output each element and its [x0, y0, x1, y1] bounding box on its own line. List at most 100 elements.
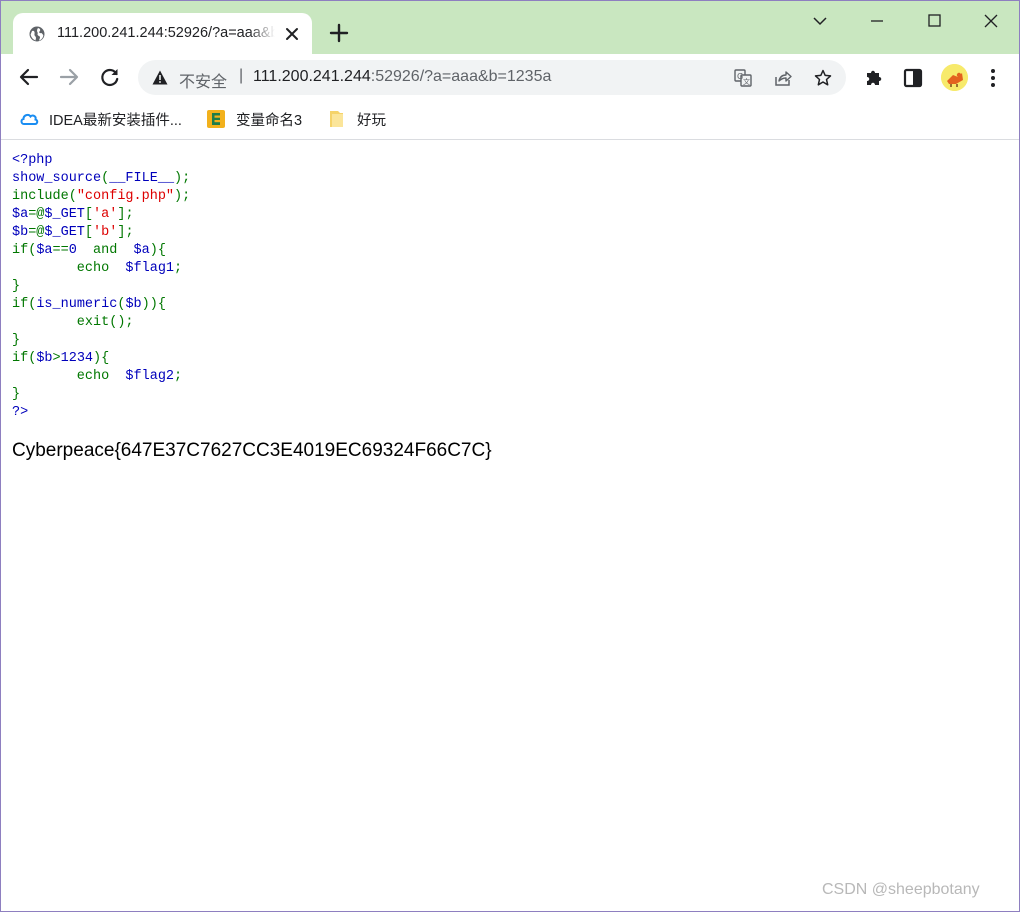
code-token: =@	[28, 225, 45, 240]
code-token: if(	[12, 351, 37, 366]
code-token: $b	[125, 297, 142, 312]
code-token: 'a'	[93, 207, 118, 222]
code-token: if(	[12, 243, 37, 258]
bookmark-idea-plugins[interactable]: IDEA最新安装插件...	[19, 108, 182, 130]
code-token: =@	[28, 207, 45, 222]
flag-output: Cyberpeace{647E37C7627CC3E4019EC69324F66…	[12, 440, 492, 461]
url-text[interactable]: 111.200.241.244:52926/?a=aaa&b=1235a	[253, 68, 551, 86]
code-token: [	[84, 225, 94, 240]
star-icon[interactable]	[814, 69, 832, 87]
code-line: }	[12, 278, 190, 296]
bookmark-label: IDEA最新安装插件...	[49, 112, 182, 129]
code-line: show_source(__FILE__);	[12, 170, 190, 188]
code-token: ;	[174, 261, 183, 276]
code-line: }	[12, 332, 190, 350]
code-token: );	[174, 171, 191, 186]
code-token: $a	[125, 243, 150, 258]
code-token: }	[12, 279, 21, 294]
code-token: ;	[174, 369, 183, 384]
warning-icon[interactable]	[152, 70, 168, 85]
cloud-icon	[20, 113, 39, 125]
code-token: $b	[12, 225, 29, 240]
side-panel-icon[interactable]	[903, 68, 923, 88]
code-token: $a	[36, 243, 53, 258]
tab-title: 111.200.241.244:52926/?a=aaa&b=1235a	[57, 25, 275, 41]
bookmark-folder-fun[interactable]: 好玩	[327, 108, 386, 130]
kebab-menu-icon[interactable]	[985, 67, 1001, 89]
code-line: }	[12, 386, 190, 404]
url-host: 111.200.241.244	[253, 68, 371, 85]
minimize-icon[interactable]	[867, 11, 887, 31]
code-token: is_numeric	[36, 297, 118, 312]
bookmark-label: 变量命名3	[236, 112, 303, 129]
extensions-icon[interactable]	[864, 68, 884, 88]
code-token: $flag2	[125, 369, 175, 384]
code-line: if($b>1234){	[12, 350, 190, 368]
bookmark-label: 好玩	[357, 112, 386, 129]
code-line: include("config.php");	[12, 188, 190, 206]
page-content: <?php show_source(__FILE__); include("conf…	[1, 141, 1019, 911]
translate-icon[interactable]: G 文	[734, 69, 752, 87]
code-token: 0	[68, 243, 85, 258]
code-token: echo	[12, 261, 126, 276]
code-line: $a=@$_GET['a'];	[12, 206, 190, 224]
code-token: $flag1	[125, 261, 175, 276]
code-token: ];	[117, 225, 134, 240]
code-token: include(	[12, 189, 77, 204]
code-line: echo $flag2;	[12, 368, 190, 386]
code-token: 'b'	[93, 225, 118, 240]
code-token: __FILE__	[109, 171, 175, 186]
active-tab[interactable]: 111.200.241.244:52926/?a=aaa&b=1235a	[13, 13, 312, 54]
address-bar[interactable]: 不安全 | 111.200.241.244:52926/?a=aaa&b=123…	[138, 60, 846, 95]
toolbar: 不安全 | 111.200.241.244:52926/?a=aaa&b=123…	[1, 54, 1019, 101]
code-token: [	[84, 207, 94, 222]
code-token: $b	[36, 351, 53, 366]
url-path: :52926/?a=aaa&b=1235a	[370, 68, 552, 85]
browser-window: 111.200.241.244:52926/?a=aaa&b=1235a	[0, 0, 1020, 912]
close-icon[interactable]	[981, 11, 1001, 31]
code-token: $_GET	[44, 225, 85, 240]
code-token: exit	[12, 315, 110, 330]
code-token: ){	[93, 351, 110, 366]
code-token: "config.php"	[76, 189, 175, 204]
code-token: }	[12, 387, 21, 402]
code-token: >	[52, 351, 61, 366]
code-line: echo $flag1;	[12, 260, 190, 278]
profile-avatar[interactable]	[941, 64, 968, 91]
maximize-icon[interactable]	[924, 11, 944, 31]
app-icon	[207, 110, 225, 128]
security-separator: |	[239, 67, 244, 84]
security-label[interactable]: 不安全	[179, 68, 227, 92]
close-icon[interactable]	[283, 25, 301, 43]
code-token: $a	[12, 207, 29, 222]
code-token: if(	[12, 297, 37, 312]
code-line: ?>	[12, 404, 190, 422]
code-token: }	[12, 333, 21, 348]
forward-arrow-icon[interactable]	[58, 66, 80, 88]
code-token: ?>	[12, 405, 29, 420]
plus-icon[interactable]	[328, 22, 350, 44]
profile-icon	[941, 64, 968, 91]
tab-search-icon[interactable]	[810, 11, 830, 31]
reload-icon[interactable]	[99, 66, 121, 88]
bookmark-variable-naming[interactable]: 变量命名3	[206, 108, 302, 130]
code-token: ){	[149, 243, 166, 258]
code-token: )){	[141, 297, 166, 312]
code-line: if(is_numeric($b)){	[12, 296, 190, 314]
code-token: ();	[109, 315, 134, 330]
code-line: <?php	[12, 152, 190, 170]
code-token: and	[84, 243, 126, 258]
code-token: show_source	[12, 171, 102, 186]
share-icon[interactable]	[774, 69, 792, 87]
code-token: ==	[52, 243, 69, 258]
back-arrow-icon[interactable]	[18, 66, 40, 88]
svg-text:文: 文	[743, 77, 750, 86]
code-line: exit();	[12, 314, 190, 332]
globe-icon	[29, 26, 45, 42]
code-token: ];	[117, 207, 134, 222]
code-token: $_GET	[44, 207, 85, 222]
folder-icon	[330, 111, 343, 127]
code-line: $b=@$_GET['b'];	[12, 224, 190, 242]
code-token: echo	[12, 369, 126, 384]
code-line: if($a==0 and $a){	[12, 242, 190, 260]
